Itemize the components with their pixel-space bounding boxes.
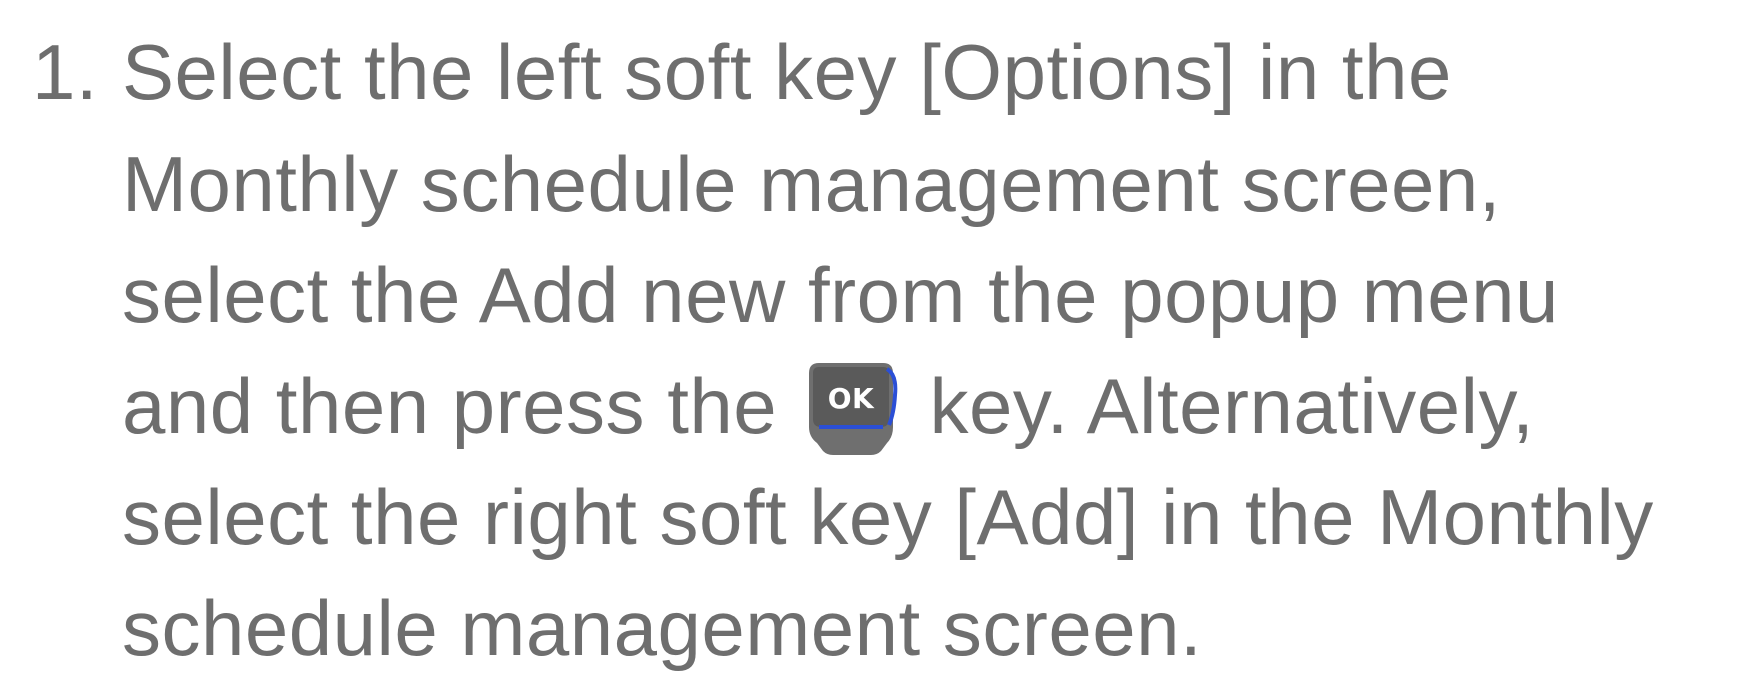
- instruction-line-4-end: key. Alternatively,: [929, 362, 1535, 450]
- instruction-line-3: select the Add new from the popup menu: [122, 251, 1559, 339]
- step-number: 1.: [32, 28, 99, 116]
- ok-key-label: OK: [828, 382, 875, 415]
- instruction-line-4-start: and then press the: [122, 362, 778, 450]
- ok-key-icon: OK: [803, 357, 901, 461]
- instruction-line-4: and then press the OK key. Alternatively…: [122, 350, 1534, 462]
- instruction-step: 1. Select the left soft key [Options] in…: [0, 0, 1763, 672]
- instruction-line-6: schedule management screen.: [122, 584, 1203, 672]
- instruction-line-5: select the right soft key [Add] in the M…: [122, 473, 1654, 561]
- instruction-line-2: Monthly schedule management screen,: [122, 140, 1501, 228]
- instruction-line-1: Select the left soft key [Options] in th…: [122, 28, 1452, 116]
